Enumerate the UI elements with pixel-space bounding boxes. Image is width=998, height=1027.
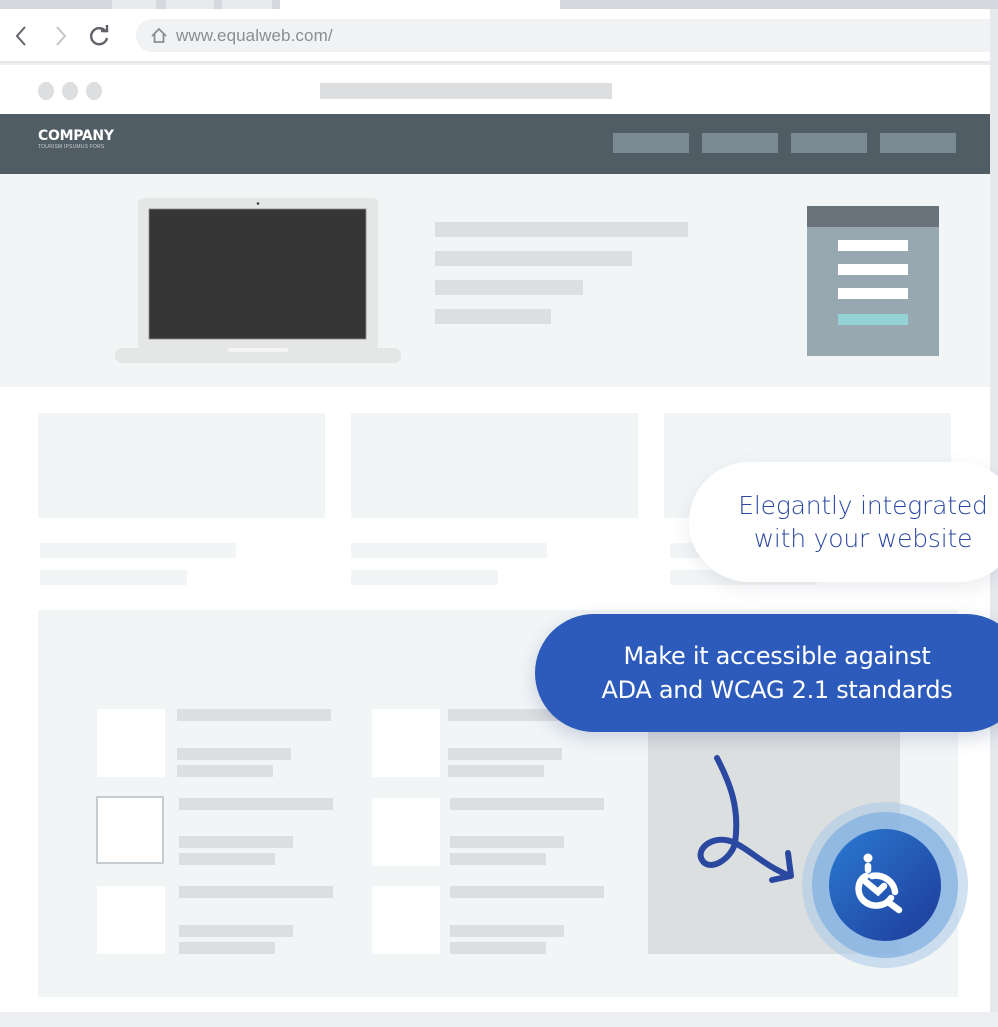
logo-tagline: TOURISM IPSUMUS FORS bbox=[38, 144, 105, 150]
browser-tab-strip bbox=[0, 0, 998, 9]
title-placeholder bbox=[320, 83, 612, 99]
product-text-placeholder bbox=[450, 836, 564, 848]
accessibility-button-graphic bbox=[802, 802, 968, 968]
card-text-placeholder bbox=[40, 570, 187, 585]
product-text-placeholder bbox=[177, 748, 291, 760]
nav-link-placeholder[interactable] bbox=[613, 133, 689, 153]
callout-integrated: Elegantly integrated with your website bbox=[689, 462, 998, 582]
callout-integrated-line2: with your website bbox=[753, 524, 973, 553]
product-thumbnail[interactable] bbox=[372, 886, 440, 954]
form-submit-placeholder bbox=[838, 314, 908, 325]
product-title-placeholder bbox=[450, 798, 604, 810]
chevron-left-icon bbox=[15, 26, 26, 46]
address-bar[interactable]: www.equalweb.com/ bbox=[136, 19, 990, 52]
card-text-placeholder bbox=[351, 570, 498, 585]
callout-accessible-text: Make it accessible against ADA and WCAG … bbox=[555, 639, 998, 707]
product-thumbnail[interactable] bbox=[372, 709, 440, 777]
product-text-placeholder bbox=[450, 853, 546, 865]
text-line-placeholder bbox=[435, 222, 688, 237]
form-header bbox=[807, 206, 939, 227]
browser-tab-active[interactable] bbox=[280, 0, 560, 9]
text-line-placeholder bbox=[435, 309, 551, 324]
page-footer-gap bbox=[0, 1012, 998, 1027]
product-text-placeholder bbox=[179, 925, 293, 937]
url-text: www.equalweb.com/ bbox=[176, 25, 333, 45]
product-text-placeholder bbox=[179, 853, 275, 865]
product-title-placeholder bbox=[177, 709, 331, 721]
browser-tab[interactable] bbox=[166, 0, 214, 9]
product-text-placeholder bbox=[450, 942, 546, 954]
callout-accessible-line2: ADA and WCAG 2.1 standards bbox=[601, 676, 953, 704]
chevron-right-icon bbox=[56, 26, 67, 46]
browser-tab[interactable] bbox=[112, 0, 156, 9]
form-field-placeholder bbox=[838, 288, 908, 299]
product-thumbnail-selected[interactable] bbox=[96, 796, 164, 864]
text-line-placeholder bbox=[435, 251, 632, 266]
window-dot bbox=[86, 82, 102, 100]
browser-tab[interactable] bbox=[222, 0, 272, 9]
nav-link-placeholder[interactable] bbox=[702, 133, 778, 153]
product-text-placeholder bbox=[177, 765, 273, 777]
back-button[interactable] bbox=[8, 21, 34, 51]
callout-integrated-line1: Elegantly integrated bbox=[738, 491, 988, 520]
window-dots bbox=[38, 82, 102, 100]
callout-accessible-line1: Make it accessible against bbox=[623, 642, 931, 670]
nav-links bbox=[613, 133, 956, 153]
product-text-placeholder bbox=[179, 942, 275, 954]
hero-section bbox=[0, 174, 990, 387]
forward-button[interactable] bbox=[48, 21, 74, 51]
nav-link-placeholder[interactable] bbox=[880, 133, 956, 153]
company-logo[interactable]: COMPANY TOURISM IPSUMUS FORS bbox=[38, 128, 114, 150]
product-text-placeholder bbox=[450, 925, 564, 937]
window-dot bbox=[62, 82, 78, 100]
product-text-placeholder bbox=[179, 836, 293, 848]
callout-integrated-text: Elegantly integrated with your website bbox=[707, 489, 998, 555]
callout-accessible: Make it accessible against ADA and WCAG … bbox=[535, 614, 998, 732]
logo-name: COMPANY bbox=[38, 128, 114, 144]
site-navbar: COMPANY TOURISM IPSUMUS FORS bbox=[0, 114, 990, 174]
form-field-placeholder bbox=[838, 264, 908, 275]
product-thumbnail[interactable] bbox=[97, 709, 165, 777]
card-image-placeholder bbox=[38, 413, 325, 518]
product-title-placeholder bbox=[179, 798, 333, 810]
card-text-placeholder bbox=[40, 543, 236, 558]
product-title-placeholder bbox=[450, 886, 604, 898]
home-icon bbox=[151, 27, 167, 43]
window-dot bbox=[38, 82, 54, 100]
reload-button[interactable] bbox=[86, 21, 112, 51]
hand-drawn-arrow-icon bbox=[697, 755, 794, 883]
accessibility-widget-button[interactable] bbox=[802, 802, 968, 968]
product-text-placeholder bbox=[448, 748, 562, 760]
product-thumbnail[interactable] bbox=[97, 886, 165, 954]
product-thumbnail[interactable] bbox=[372, 798, 440, 866]
nav-link-placeholder[interactable] bbox=[791, 133, 867, 153]
form-field-placeholder bbox=[838, 240, 908, 251]
card-image-placeholder bbox=[351, 413, 638, 518]
browser-toolbar: www.equalweb.com/ bbox=[0, 9, 990, 63]
reload-icon bbox=[90, 25, 109, 46]
signup-form-illustration bbox=[807, 206, 939, 356]
product-title-placeholder bbox=[179, 886, 333, 898]
text-line-placeholder bbox=[435, 280, 583, 295]
product-text-placeholder bbox=[448, 765, 544, 777]
laptop-illustration bbox=[115, 198, 401, 363]
card-text-placeholder bbox=[351, 543, 547, 558]
